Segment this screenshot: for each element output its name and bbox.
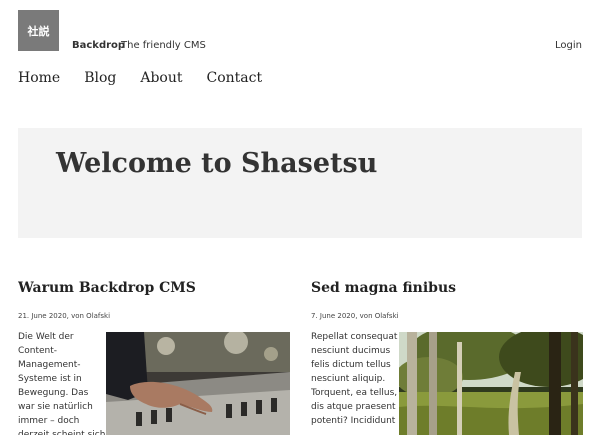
forest-photo-icon [399,332,583,435]
article-card: Warum Backdrop CMS 21. June 2020, von Ol… [18,278,290,435]
nav-item-blog[interactable]: Blog [84,70,116,86]
hero-title: Welcome to Shasetsu [56,148,378,179]
nav-item-about[interactable]: About [140,70,182,86]
article-image[interactable] [399,332,583,435]
article-title[interactable]: Warum Backdrop CMS [18,280,290,296]
nav-item-contact[interactable]: Contact [207,70,263,86]
article-teaser: Repellat consequat nesciunt ducimus feli… [311,332,398,426]
article-image[interactable] [106,332,290,435]
article-meta: 21. June 2020, von Olafski [18,312,111,320]
login-link[interactable]: Login [555,40,582,51]
main-navigation: Home Blog About Contact [18,70,262,86]
site-name[interactable]: Backdrop [72,40,125,51]
article-card: Sed magna finibus 7. June 2020, von Olaf… [311,278,583,435]
nav-item-home[interactable]: Home [18,70,60,86]
site-slogan: The friendly CMS [121,40,206,51]
article-title[interactable]: Sed magna finibus [311,280,583,296]
article-teaser: Die Welt der Content-Management-Systeme … [18,332,106,435]
mixing-console-photo-icon [106,332,290,435]
site-logo[interactable]: 社説 [18,10,59,51]
article-meta: 7. June 2020, von Olafski [311,312,399,320]
hero-banner: Welcome to Shasetsu [18,128,582,238]
